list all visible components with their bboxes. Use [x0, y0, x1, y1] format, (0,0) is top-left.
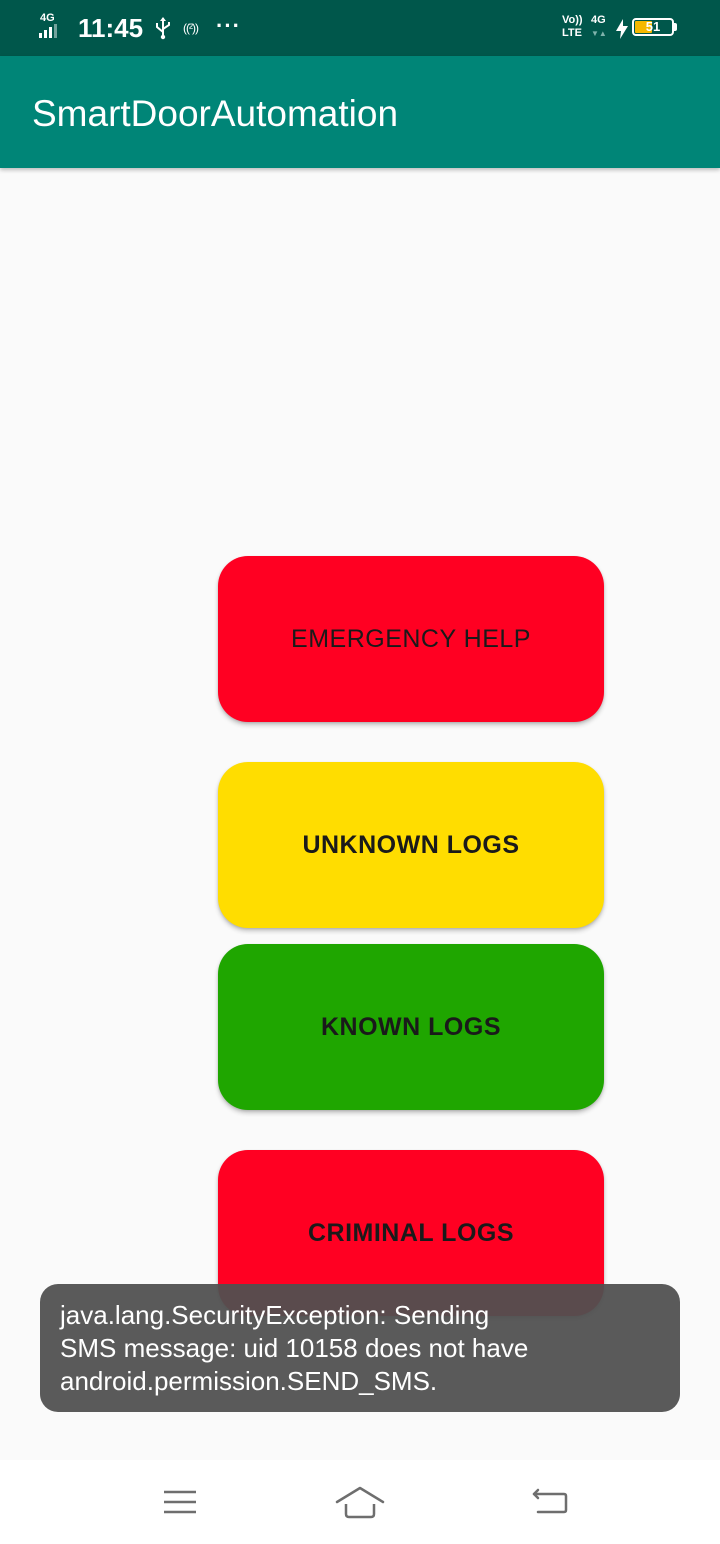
toast-line: java.lang.SecurityException: Sending [60, 1300, 490, 1330]
status-bar: 4G 11:45 ((²)) ··· Vo)) LTE 4G ▼▲ 51 [0, 0, 720, 56]
toast-message: java.lang.SecurityException: Sending SMS… [40, 1284, 680, 1412]
back-icon[interactable] [520, 1480, 580, 1524]
menu-icon[interactable] [150, 1480, 210, 1524]
home-icon[interactable] [330, 1480, 390, 1524]
data-arrows: ▼▲ [591, 29, 607, 38]
clock: 11:45 [78, 13, 144, 43]
known-logs-button[interactable]: KNOWN LOGS [218, 944, 604, 1110]
toast-line: android.permission.SEND_SMS. [60, 1366, 438, 1396]
battery-level: 51 [645, 19, 661, 34]
volte-top-label: Vo)) [562, 14, 583, 26]
emergency-help-button[interactable]: EMERGENCY HELP [218, 556, 604, 722]
more-notifications-icon: ··· [216, 13, 241, 38]
hotspot-icon: ((²)) [183, 21, 199, 35]
battery-icon: 51 [632, 18, 677, 38]
signal-icon: 4G [38, 12, 70, 40]
unknown-logs-button[interactable]: UNKNOWN LOGS [218, 762, 604, 928]
network-type-label: 4G [40, 12, 55, 24]
navigation-bar [0, 1460, 720, 1544]
volte-bottom-label: LTE [562, 27, 582, 39]
toast-line: SMS message: uid 10158 does not have [60, 1333, 529, 1363]
app-title: SmartDoorAutomation [32, 93, 399, 134]
data-type-label: 4G [591, 14, 606, 26]
charging-bolt-icon [615, 18, 629, 40]
app-bar: SmartDoorAutomation [0, 56, 720, 168]
mobile-data-icon: 4G ▼▲ [591, 14, 611, 42]
volte-icon: Vo)) LTE [562, 14, 588, 42]
usb-icon [154, 16, 172, 40]
